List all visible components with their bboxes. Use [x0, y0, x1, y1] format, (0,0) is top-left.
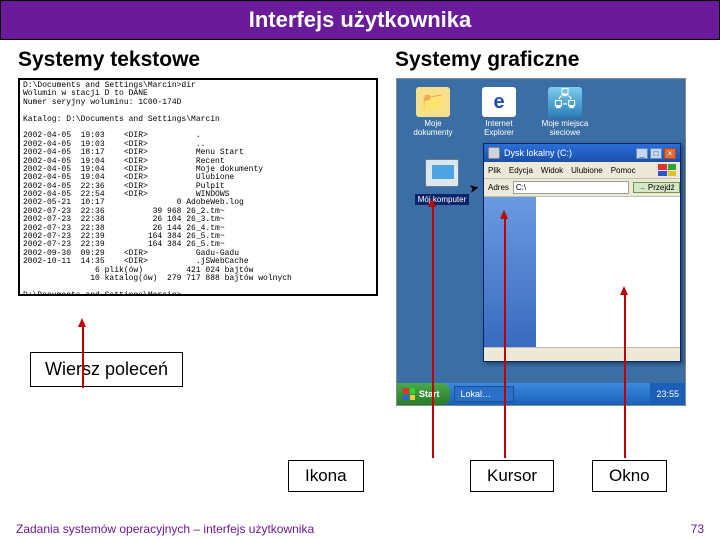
address-input[interactable] — [513, 181, 629, 194]
ie-icon: e — [482, 87, 516, 117]
folder-icon: 📁 — [416, 87, 450, 117]
desktop-icon-network[interactable]: 🖧 Moje miejsca sieciowe — [537, 87, 593, 137]
arrowhead-icon — [428, 198, 436, 207]
footer-text: Zadania systemów operacyjnych – interfej… — [16, 522, 314, 536]
close-button[interactable]: × — [664, 148, 676, 159]
callout-arrow — [504, 218, 506, 458]
address-bar: Adres →Przejdź — [484, 179, 680, 197]
minimize-button[interactable]: _ — [636, 148, 648, 159]
mouse-cursor-icon: ➤ — [468, 180, 480, 196]
label-command-line: Wiersz poleceń — [30, 352, 183, 387]
window-statusbar — [484, 347, 680, 361]
disk-icon — [488, 147, 500, 159]
file-area[interactable] — [536, 197, 680, 347]
explorer-window[interactable]: Dysk lokalny (C:) _ □ × Plik Edycja Wido… — [483, 143, 681, 362]
desktop-icon-documents[interactable]: 📁 Moje dokumenty — [405, 87, 461, 137]
callout-arrow — [82, 326, 84, 388]
window-title-text: Dysk lokalny (C:) — [504, 148, 572, 158]
menu-item[interactable]: Widok — [541, 166, 563, 175]
explorer-side-panel — [484, 197, 536, 347]
console-output: D:\Documents and Settings\Marcin>dir Wol… — [18, 78, 378, 296]
callout-arrow — [624, 294, 626, 458]
taskbar[interactable]: Start Lokal… 23:55 — [397, 383, 685, 405]
go-label: Przejdź — [648, 183, 675, 192]
start-label: Start — [419, 389, 440, 399]
callout-arrow — [432, 206, 434, 458]
windows-flag-icon — [658, 164, 676, 176]
go-button[interactable]: →Przejdź — [633, 182, 680, 193]
windows-flag-icon — [403, 388, 415, 400]
address-label: Adres — [488, 183, 509, 192]
label-window: Okno — [592, 460, 667, 492]
desktop-icon-ie[interactable]: e Internet Explorer — [471, 87, 527, 137]
start-button[interactable]: Start — [397, 383, 450, 405]
windows-desktop: 📁 Moje dokumenty e Internet Explorer 🖧 M… — [396, 78, 686, 406]
column-heading-text: Systemy tekstowe — [18, 48, 325, 72]
label-icon: Ikona — [288, 460, 364, 492]
column-heading-graphic: Systemy graficzne — [345, 48, 702, 72]
slide-title: Interfejs użytkownika — [0, 0, 720, 40]
arrowhead-icon — [78, 318, 86, 327]
icon-label: Moje dokumenty — [405, 119, 461, 137]
arrow-icon: → — [638, 183, 646, 192]
icon-label-selected: Mój komputer — [415, 194, 469, 205]
computer-icon — [425, 159, 459, 187]
window-body — [484, 197, 680, 347]
window-titlebar[interactable]: Dysk lokalny (C:) _ □ × — [484, 144, 680, 162]
network-icon: 🖧 — [548, 87, 582, 117]
menu-item[interactable]: Ulubione — [571, 166, 603, 175]
icon-label: Moje miejsca sieciowe — [537, 119, 593, 137]
maximize-button[interactable]: □ — [650, 148, 662, 159]
label-cursor: Kursor — [470, 460, 554, 492]
menu-item[interactable]: Edycja — [509, 166, 533, 175]
system-tray-clock: 23:55 — [650, 383, 685, 405]
arrowhead-icon — [620, 286, 628, 295]
arrowhead-icon — [500, 210, 508, 219]
page-number: 73 — [691, 522, 704, 536]
window-menubar[interactable]: Plik Edycja Widok Ulubione Pomoc — [484, 162, 680, 179]
icon-label: Internet Explorer — [471, 119, 527, 137]
menu-item[interactable]: Pomoc — [611, 166, 636, 175]
menu-item[interactable]: Plik — [488, 166, 501, 175]
